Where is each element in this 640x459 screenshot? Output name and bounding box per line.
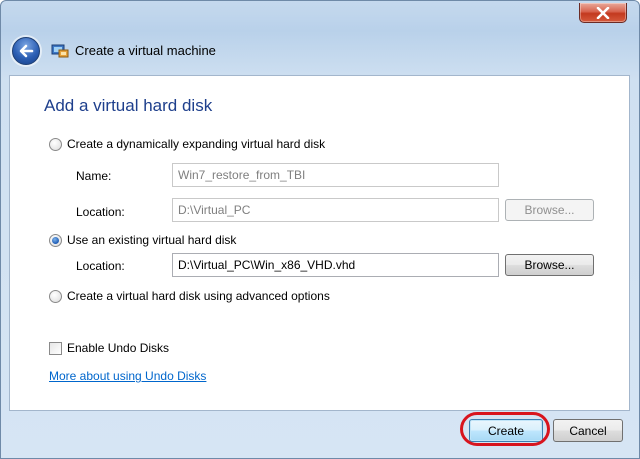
back-button[interactable]	[12, 37, 40, 65]
back-arrow-icon	[19, 44, 34, 58]
undo-disks-row[interactable]: Enable Undo Disks	[49, 341, 169, 355]
content-panel: Add a virtual hard disk Create a dynamic…	[9, 75, 630, 411]
existing-location-input[interactable]: D:\Virtual_PC\Win_x86_VHD.vhd	[172, 253, 499, 277]
radio-existing[interactable]	[49, 233, 62, 247]
radio-dynamic[interactable]	[49, 137, 62, 151]
undo-disks-label: Enable Undo Disks	[67, 341, 170, 355]
dialog-window: Create a virtual machine Add a virtual h…	[0, 0, 640, 459]
close-button[interactable]	[579, 3, 627, 23]
radio-existing-label: Use an existing virtual hard disk	[67, 233, 237, 247]
radio-dynamic-row[interactable]: Create a dynamically expanding virtual h…	[49, 137, 325, 151]
create-highlight-ring	[460, 412, 550, 446]
page-heading: Add a virtual hard disk	[44, 96, 213, 115]
existing-location-label: Location:	[76, 259, 125, 273]
dynamic-location-input[interactable]: D:\Virtual_PC	[172, 198, 499, 222]
undo-disks-help-link[interactable]: More about using Undo Disks	[49, 369, 206, 383]
dynamic-location-label: Location:	[76, 205, 125, 219]
name-label: Name:	[76, 169, 112, 183]
undo-disks-checkbox[interactable]	[49, 341, 62, 355]
window-title: Create a virtual machine	[75, 43, 216, 58]
radio-existing-row[interactable]: Use an existing virtual hard disk	[49, 233, 236, 247]
radio-advanced[interactable]	[49, 289, 62, 303]
radio-dynamic-label: Create a dynamically expanding virtual h…	[67, 137, 326, 151]
cancel-button[interactable]: Cancel	[553, 419, 623, 442]
dynamic-browse-button[interactable]: Browse...	[505, 199, 594, 221]
radio-advanced-label: Create a virtual hard disk using advance…	[67, 289, 330, 303]
name-input[interactable]: Win7_restore_from_TBI	[172, 163, 499, 187]
close-icon	[596, 7, 610, 19]
existing-browse-button[interactable]: Browse...	[505, 254, 594, 276]
virtual-pc-icon	[51, 44, 69, 58]
radio-advanced-row[interactable]: Create a virtual hard disk using advance…	[49, 289, 330, 303]
